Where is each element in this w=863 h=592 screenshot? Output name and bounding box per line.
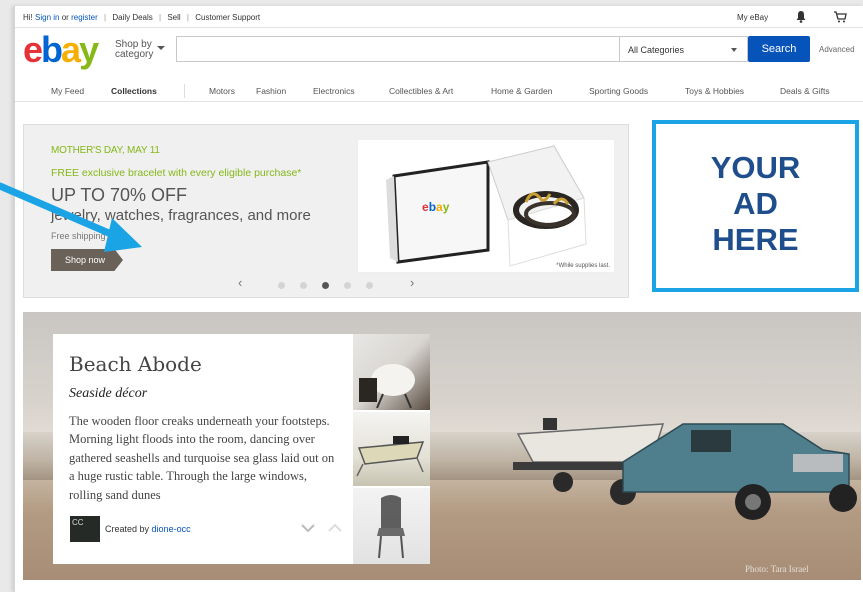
nav-sporting-goods[interactable]: Sporting Goods <box>589 86 648 96</box>
nav-motors[interactable]: Motors <box>209 86 235 96</box>
category-label: category <box>115 49 154 60</box>
logo-letter: y <box>442 200 450 214</box>
ebay-logo[interactable]: ebay <box>23 29 99 70</box>
box-ebay-logo: ebay <box>422 200 449 214</box>
collection-subtitle: Seaside décor <box>69 386 148 401</box>
nav-my-feed[interactable]: My Feed <box>51 86 84 96</box>
search-input[interactable] <box>176 36 620 62</box>
thumbnail-hammock[interactable] <box>353 412 430 486</box>
logo-letter: b <box>428 200 437 214</box>
bell-icon[interactable] <box>795 10 807 25</box>
creator-avatar[interactable]: CC <box>70 516 100 542</box>
promo-shipping: Free shipping <box>51 231 106 241</box>
logo-letter: e <box>422 200 429 214</box>
cart-icon[interactable] <box>833 10 847 25</box>
nav-collectibles-art[interactable]: Collectibles & Art <box>389 86 453 96</box>
gift-box-image <box>386 145 587 267</box>
carousel-dot-active[interactable] <box>322 282 329 289</box>
creator-link[interactable]: dione-occ <box>152 524 191 534</box>
collection-description: The wooden floor creaks underneath your … <box>69 414 335 502</box>
search-button[interactable]: Search <box>748 36 810 62</box>
ebay-page: Hi! Sign in or register | Daily Deals | … <box>14 6 863 592</box>
promo-offer: FREE exclusive bracelet with every eligi… <box>51 167 302 179</box>
thumbnail-chair[interactable] <box>353 334 430 410</box>
carousel-dot[interactable] <box>278 282 285 289</box>
collection-title[interactable]: Beach Abode <box>69 352 202 376</box>
logo-letter: b <box>41 29 63 70</box>
logo-letter: y <box>79 29 99 70</box>
carousel-dot[interactable] <box>344 282 351 289</box>
chevron-up-icon[interactable] <box>328 522 342 536</box>
chevron-down-icon[interactable] <box>301 522 315 536</box>
category-selected-value: All Categories <box>628 45 685 55</box>
logo-letter: a <box>61 29 81 70</box>
promo-headline: UP TO 70% OFF <box>51 185 188 205</box>
nav-electronics[interactable]: Electronics <box>313 86 355 96</box>
greeting-text: Hi! <box>23 13 33 22</box>
ad-placeholder: YOUR AD HERE <box>652 120 859 292</box>
register-link[interactable]: register <box>71 13 98 22</box>
or-text: or <box>61 13 69 22</box>
creator-line: Created by dione-occ <box>105 524 191 534</box>
promo-image[interactable]: ebay *While supplies last. <box>357 139 615 273</box>
utility-bar: Hi! Sign in or register | Daily Deals | … <box>15 6 863 28</box>
carousel-prev-button[interactable]: ‹ <box>238 275 242 290</box>
promo-subline: jewelry, watches, fragrances, and more <box>51 207 311 224</box>
ad-text-line: AD <box>733 186 778 221</box>
sign-in-link[interactable]: Sign in <box>35 13 59 22</box>
nav-home-garden[interactable]: Home & Garden <box>491 86 552 96</box>
chevron-down-icon <box>731 48 737 52</box>
nav-divider <box>184 84 185 98</box>
chevron-down-icon <box>157 46 165 50</box>
carousel-dot[interactable] <box>366 282 373 289</box>
separator: | <box>159 13 162 22</box>
separator: | <box>104 13 107 22</box>
nav-collections[interactable]: Collections <box>111 86 157 96</box>
category-nav: My Feed Collections Motors Fashion Elect… <box>15 80 863 102</box>
carousel-next-button[interactable]: › <box>410 275 414 290</box>
advanced-search-link[interactable]: Advanced <box>819 45 855 54</box>
collection-hero[interactable]: Beach Abode Seaside décor The wooden flo… <box>23 312 861 580</box>
nav-deals-gifts[interactable]: Deals & Gifts <box>780 86 830 96</box>
logo-letter: e <box>23 29 43 70</box>
nav-fashion[interactable]: Fashion <box>256 86 286 96</box>
separator: | <box>186 13 189 22</box>
collection-thumbnails <box>353 334 430 564</box>
shop-by-category-button[interactable]: Shop by category <box>115 40 165 60</box>
thumbnail-ghost-chair[interactable] <box>353 488 430 564</box>
nav-toys-hobbies[interactable]: Toys & Hobbies <box>685 86 744 96</box>
photo-credit: Photo: Tara Israel <box>745 564 809 574</box>
logo-letter: a <box>436 200 443 214</box>
ad-text-line: HERE <box>712 222 799 257</box>
ad-text-line: YOUR <box>710 150 801 185</box>
my-ebay-link[interactable]: My eBay <box>737 13 768 22</box>
customer-support-link[interactable]: Customer Support <box>195 13 260 22</box>
created-by-label: Created by <box>105 524 150 534</box>
carousel-dot[interactable] <box>300 282 307 289</box>
utility-links: Hi! Sign in or register | Daily Deals | … <box>23 13 260 22</box>
collection-card[interactable]: Beach Abode Seaside décor The wooden flo… <box>53 334 430 564</box>
promo-date: MOTHER'S DAY, MAY 11 <box>51 145 160 156</box>
sell-link[interactable]: Sell <box>167 13 180 22</box>
daily-deals-link[interactable]: Daily Deals <box>112 13 152 22</box>
fine-print: *While supplies last. <box>556 263 610 269</box>
shop-now-button[interactable]: Shop now <box>51 249 123 271</box>
category-select[interactable]: All Categories <box>620 36 748 62</box>
promo-carousel[interactable]: MOTHER'S DAY, MAY 11 FREE exclusive brac… <box>23 124 629 298</box>
